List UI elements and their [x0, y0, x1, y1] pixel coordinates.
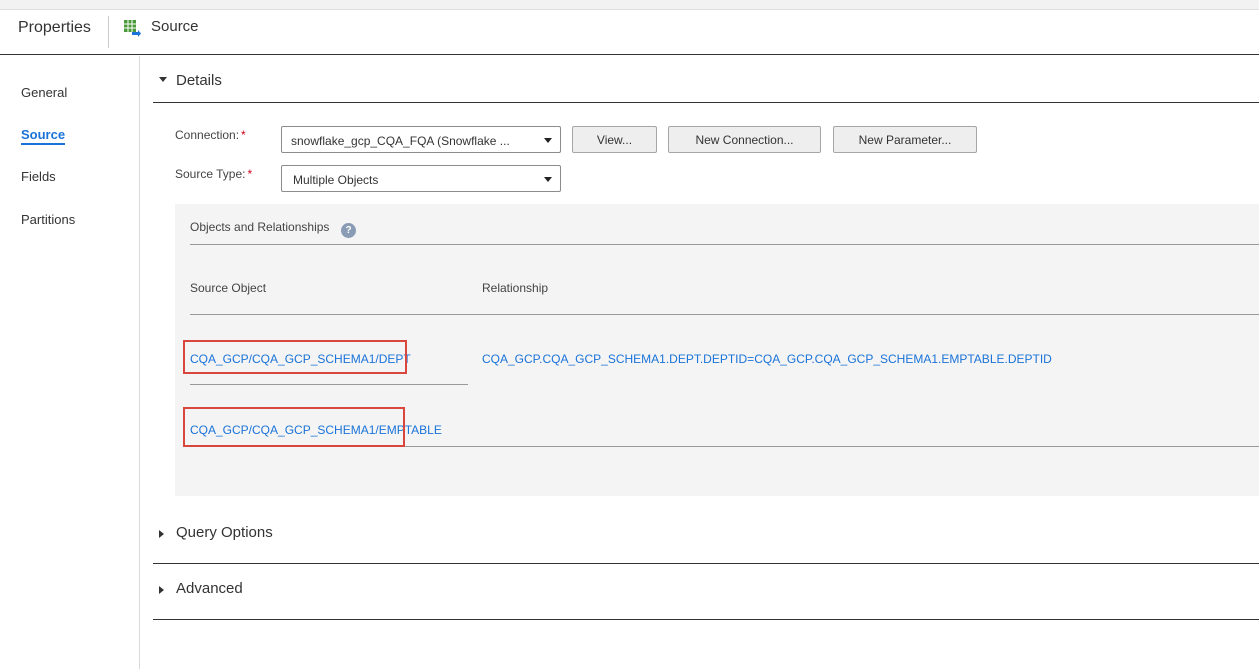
connection-label-text: Connection:	[175, 128, 240, 142]
nav-item-source[interactable]: Source	[21, 127, 66, 145]
dropdown-arrow-icon	[544, 138, 552, 143]
query-options-section-toggle[interactable]: Query Options	[153, 508, 1259, 564]
column-header-source-object: Source Object	[190, 281, 267, 295]
header-divider-line	[190, 314, 1259, 315]
highlight-box	[183, 340, 407, 374]
help-icon[interactable]: ?	[341, 223, 356, 238]
nav-item-partitions[interactable]: Partitions	[21, 212, 75, 227]
source-type-label: Source Type: *	[175, 167, 252, 181]
details-section-title: Details	[176, 72, 222, 89]
dropdown-arrow-icon	[544, 177, 552, 182]
required-marker: *	[247, 167, 253, 181]
column-header-relationship: Relationship	[482, 281, 549, 295]
caret-right-icon	[159, 530, 164, 538]
source-table-icon	[124, 20, 141, 37]
nav-item-general[interactable]: General	[21, 85, 67, 100]
nav-item-fields[interactable]: Fields	[21, 169, 56, 184]
required-marker: *	[241, 128, 246, 142]
properties-header: Properties Source	[0, 10, 1259, 55]
properties-nav: General Source Fields Partitions	[0, 56, 140, 669]
source-type-label-text: Source Type:	[175, 167, 246, 181]
relationship-link[interactable]: CQA_GCP.CQA_GCP_SCHEMA1.DEPT.DEPTID=CQA_…	[482, 352, 1052, 366]
page-title: Properties	[18, 19, 91, 36]
source-type-select[interactable]: Multiple Objects	[281, 165, 561, 192]
header-source-label: Source	[151, 18, 199, 35]
connection-select[interactable]: snowflake_gcp_CQA_FQA (Snowflake ...	[281, 126, 561, 153]
source-type-select-value: Multiple Objects	[293, 173, 379, 187]
objects-relationships-title: Objects and Relationships	[190, 220, 330, 234]
objects-relationships-panel: Objects and Relationships ? Source Objec…	[175, 204, 1259, 496]
details-section-toggle[interactable]: Details	[153, 56, 1259, 103]
caret-right-icon	[159, 586, 164, 594]
advanced-title: Advanced	[176, 580, 243, 597]
top-strip	[0, 0, 1259, 10]
caret-down-icon	[159, 77, 167, 82]
connection-label: Connection: *	[175, 128, 246, 142]
advanced-section-toggle[interactable]: Advanced	[153, 564, 1259, 620]
row-divider	[190, 384, 468, 385]
query-options-title: Query Options	[176, 524, 273, 541]
panel-divider	[190, 244, 1259, 245]
new-connection-button[interactable]: New Connection...	[668, 126, 821, 153]
connection-select-value: snowflake_gcp_CQA_FQA (Snowflake ...	[291, 134, 510, 148]
highlight-box	[183, 407, 405, 447]
new-parameter-button[interactable]: New Parameter...	[833, 126, 977, 153]
header-divider	[108, 16, 109, 48]
view-connection-button[interactable]: View...	[572, 126, 657, 153]
